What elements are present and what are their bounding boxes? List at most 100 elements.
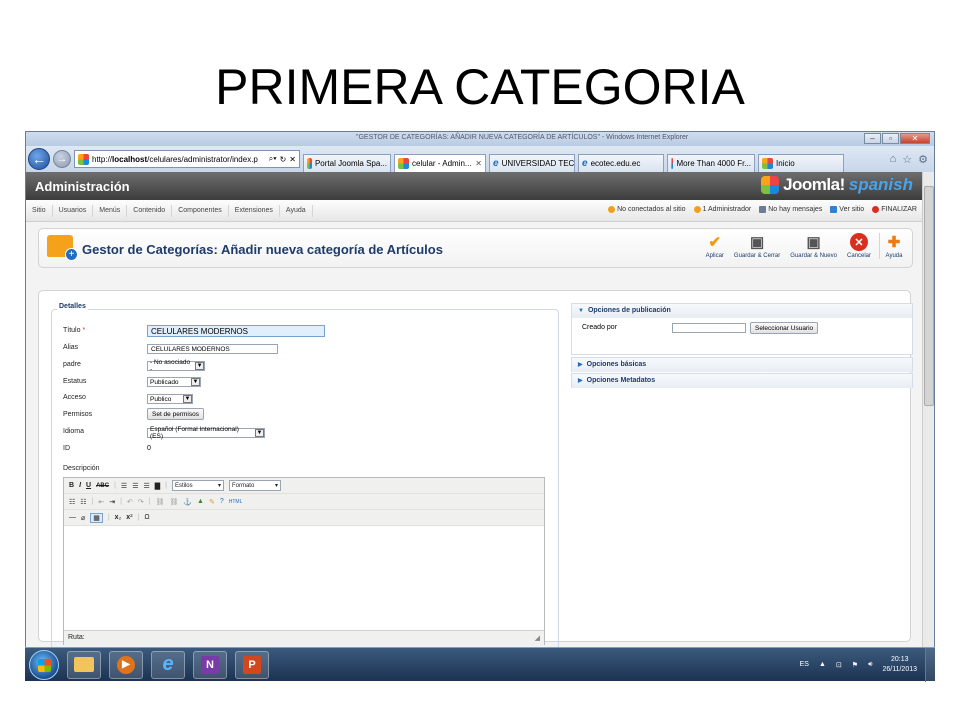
powerpoint-taskbar-button[interactable]: P xyxy=(235,650,269,679)
remove-format-icon[interactable]: ⌀ xyxy=(81,514,85,522)
search-icon[interactable]: ⌕▾ xyxy=(269,154,277,164)
image-icon[interactable]: ▲ xyxy=(197,498,204,505)
onenote-taskbar-button[interactable]: N xyxy=(193,650,227,679)
details-legend: Detalles xyxy=(57,303,88,310)
strikethrough-icon[interactable]: ABC xyxy=(96,483,109,489)
justify-icon[interactable]: ▇ xyxy=(155,482,160,490)
language-indicator[interactable]: ES xyxy=(800,661,809,668)
alias-input[interactable]: CELULARES MODERNOS xyxy=(147,344,278,354)
explorer-taskbar-button[interactable] xyxy=(67,650,101,679)
refresh-icon[interactable]: ↻ xyxy=(280,155,287,164)
minimize-button[interactable]: – xyxy=(864,133,881,144)
anchor-icon[interactable]: ⚓ xyxy=(183,498,192,506)
maximize-button[interactable]: ▫ xyxy=(882,133,899,144)
show-hidden-icons-icon[interactable]: ▲ xyxy=(819,661,826,668)
html-icon[interactable]: HTML xyxy=(229,499,243,505)
network-icon[interactable]: ⊡ xyxy=(836,661,842,669)
show-desktop-button[interactable] xyxy=(925,647,935,682)
unlink-icon[interactable]: ⛓ xyxy=(169,498,178,506)
scrollbar-thumb[interactable] xyxy=(924,186,934,406)
chevron-down-icon: ▾ xyxy=(274,483,278,489)
view-site-link[interactable]: Ver sitio xyxy=(830,206,864,213)
back-button[interactable]: ← xyxy=(28,148,50,170)
volume-icon[interactable]: 🔊︎ xyxy=(868,661,872,669)
superscript-icon[interactable]: x² xyxy=(126,514,132,521)
title-input[interactable]: CELULARES MODERNOS xyxy=(147,325,325,337)
tab-label: Inicio xyxy=(776,159,795,168)
align-center-icon[interactable]: ☰ xyxy=(132,482,138,490)
align-right-icon[interactable]: ☰ xyxy=(143,482,149,490)
visual-aid-icon[interactable]: ▦ xyxy=(90,512,103,523)
address-bar[interactable]: http://localhost/celulares/administrator… xyxy=(74,150,300,168)
favorites-star-icon[interactable]: ☆ xyxy=(902,153,912,166)
menu-sitio[interactable]: Sitio xyxy=(26,204,53,217)
select-user-button[interactable]: Seleccionar Usuario xyxy=(750,322,819,334)
align-left-icon[interactable]: ☰ xyxy=(121,482,127,490)
save-new-button[interactable]: ▣ Guardar & Nuevo xyxy=(785,233,842,259)
cleanup-icon[interactable]: ✎ xyxy=(209,498,215,506)
slide-title: PRIMERA CATEGORIA xyxy=(215,59,745,115)
tools-gear-icon[interactable]: ⚙ xyxy=(918,153,928,166)
tab-celular-admin[interactable]: celular - Admin... ✕ xyxy=(394,154,486,172)
access-select[interactable]: Publico ▼ xyxy=(147,394,193,404)
home-icon[interactable]: ⌂ xyxy=(890,153,897,166)
menu-usuarios[interactable]: Usuarios xyxy=(53,204,94,217)
redo-icon[interactable]: ↷ xyxy=(138,498,144,506)
numbered-list-icon[interactable]: ☷ xyxy=(80,498,86,506)
cancel-button[interactable]: ✕ Cancelar xyxy=(842,233,876,259)
menu-menus[interactable]: Menús xyxy=(93,204,128,217)
menu-contenido[interactable]: Contenido xyxy=(127,204,173,217)
menu-componentes[interactable]: Componentes xyxy=(172,204,229,217)
action-center-flag-icon[interactable]: ⚑ xyxy=(852,661,858,669)
parent-select[interactable]: - No asociado - ▼ xyxy=(147,359,205,373)
resize-handle-icon[interactable]: ◢ xyxy=(535,634,540,642)
underline-icon[interactable]: U xyxy=(86,482,91,489)
close-tab-icon[interactable]: ✕ xyxy=(475,159,482,168)
metadata-options-header[interactable]: ▶ Opciones Metadatos xyxy=(572,374,912,388)
close-window-button[interactable]: ✕ xyxy=(900,133,930,144)
apply-button[interactable]: ✔ Aplicar xyxy=(701,233,729,259)
bullet-list-icon[interactable]: ☷ xyxy=(69,498,75,506)
metadata-options-panel[interactable]: ▶ Opciones Metadatos xyxy=(571,373,913,388)
basic-options-header[interactable]: ▶ Opciones básicas xyxy=(572,358,912,372)
tab-portal-joomla[interactable]: Portal Joomla Spa... xyxy=(303,154,391,172)
tab-universidad[interactable]: e UNIVERSIDAD TEC... xyxy=(489,154,575,172)
special-char-icon[interactable]: Ω xyxy=(144,514,149,521)
styles-select[interactable]: Estilos ▾ xyxy=(171,480,224,491)
editor-text-area[interactable] xyxy=(64,526,544,630)
link-icon[interactable]: ⛓ xyxy=(156,498,165,506)
created-by-input[interactable] xyxy=(672,323,746,333)
logout-link[interactable]: FINALIZAR xyxy=(872,206,917,213)
subscript-icon[interactable]: x₂ xyxy=(115,514,122,521)
help-button[interactable]: ✚ Ayuda xyxy=(879,233,908,259)
help-icon[interactable]: ? xyxy=(220,498,224,505)
publishing-options-header[interactable]: ▼ Opciones de publicación xyxy=(572,304,912,318)
clock[interactable]: 20:13 26/11/2013 xyxy=(882,655,917,675)
forward-button[interactable]: → xyxy=(53,150,71,168)
folder-icon xyxy=(74,657,94,672)
stop-icon[interactable]: ✕ xyxy=(289,155,296,164)
vertical-scrollbar[interactable] xyxy=(922,172,934,680)
outdent-icon[interactable]: ⇤ xyxy=(98,498,104,506)
tab-ecotec[interactable]: e ecotec.edu.ec xyxy=(578,154,664,172)
indent-icon[interactable]: ⇥ xyxy=(109,498,115,506)
basic-options-panel[interactable]: ▶ Opciones básicas xyxy=(571,357,913,372)
format-select[interactable]: Formato ▾ xyxy=(228,480,281,491)
internet-explorer-taskbar-button[interactable]: e xyxy=(151,650,185,679)
set-permissions-button[interactable]: Set de permisos xyxy=(147,408,204,420)
status-messages[interactable]: No hay mensajes xyxy=(759,206,822,213)
menu-ayuda[interactable]: Ayuda xyxy=(280,204,313,217)
status-select[interactable]: Publicado ▼ xyxy=(147,377,201,387)
undo-icon[interactable]: ↶ xyxy=(127,498,133,506)
language-select[interactable]: Español (Formal Internacional) (ES) ▼ xyxy=(147,426,265,440)
horizontal-rule-icon[interactable]: — xyxy=(69,514,76,521)
tab-inicio[interactable]: Inicio xyxy=(758,154,844,172)
menu-extensiones[interactable]: Extensiones xyxy=(229,204,280,217)
bold-icon[interactable]: B xyxy=(69,482,74,489)
tab-more-than[interactable]: More Than 4000 Fr... xyxy=(667,154,755,172)
save-close-button[interactable]: ▣ Guardar & Cerrar xyxy=(729,233,785,259)
italic-icon[interactable]: I xyxy=(79,482,81,489)
powerpoint-icon: P xyxy=(243,655,261,674)
media-player-taskbar-button[interactable]: ▶ xyxy=(109,650,143,679)
start-button[interactable] xyxy=(29,649,59,680)
